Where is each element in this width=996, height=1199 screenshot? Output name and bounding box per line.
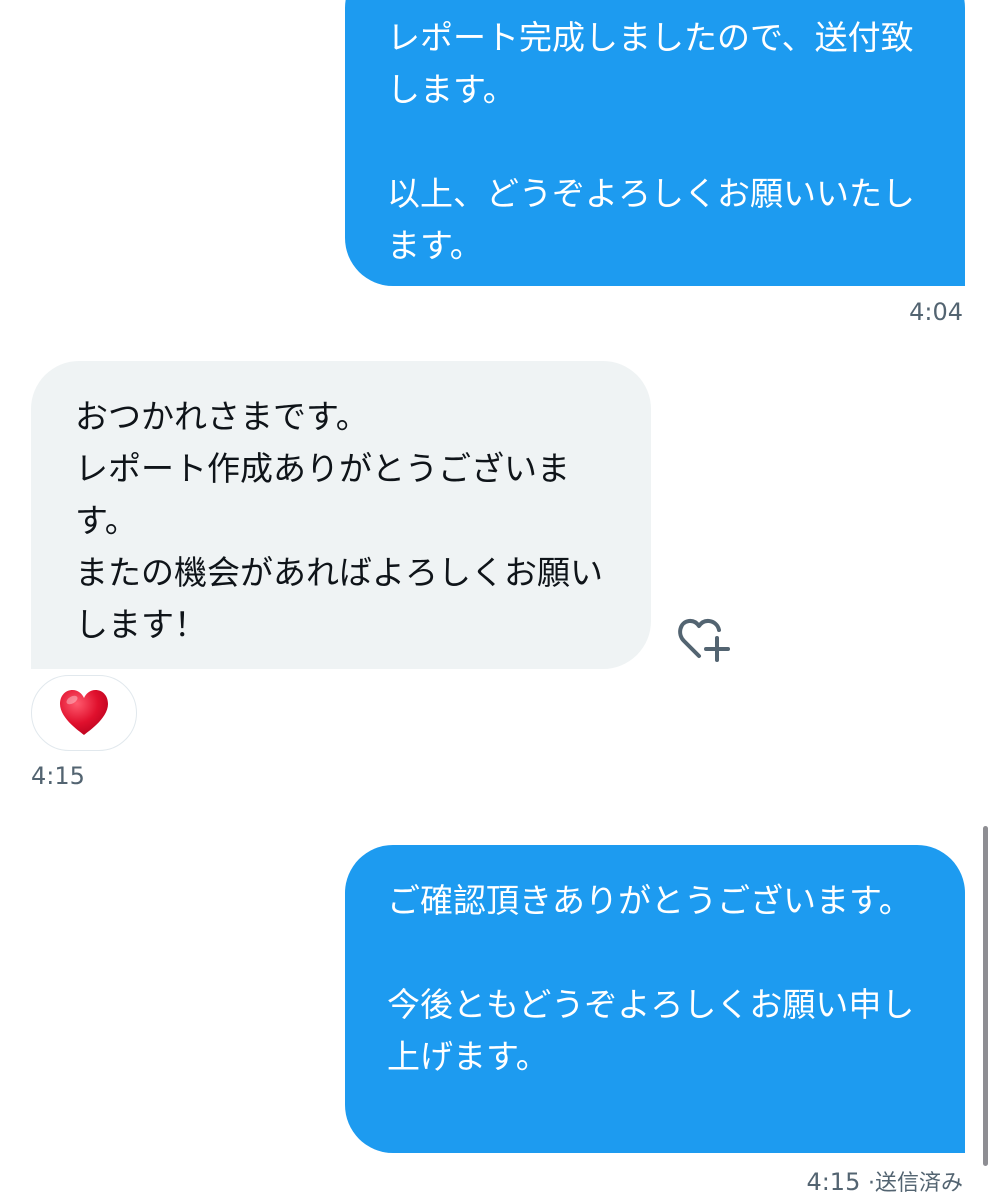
received-message-bubble[interactable]: おつかれさまです。 レポート作成ありがとうございます。 またの機会があればよろし… (31, 361, 651, 669)
message-timestamp: 4:04 (909, 298, 963, 326)
delivery-status: ·送信済み (868, 1171, 963, 1196)
sent-message-bubble[interactable]: レポート完成しましたので、送付致します。 以上、どうぞよろしくお願いいたします。 (345, 0, 965, 286)
message-meta: 4:15 ·送信済み (806, 1165, 963, 1197)
message-reaction[interactable] (31, 675, 137, 751)
red-heart-icon (60, 690, 108, 735)
message-timestamp: 4:15 (806, 1168, 861, 1196)
message-timestamp: 4:15 (31, 762, 85, 790)
add-reaction-button[interactable] (676, 615, 732, 665)
sent-message-bubble[interactable]: ご確認頂きありがとうございます。 今後ともどうぞよろしくお願い申し上げます。 (345, 845, 965, 1153)
heart-plus-icon (678, 618, 730, 662)
scrollbar[interactable] (983, 826, 988, 1166)
